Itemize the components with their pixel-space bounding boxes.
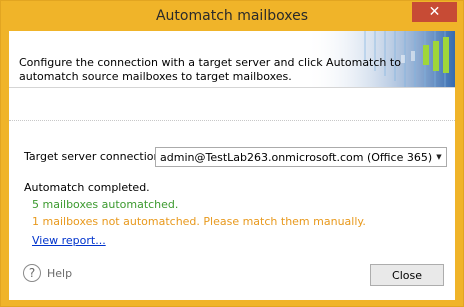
dialog-body: Configure the connection with a target s… [9,31,455,300]
target-server-select[interactable]: admin@TestLab263.onmicrosoft.com (Office… [155,147,447,167]
status-title: Automatch completed. [24,181,150,194]
help-button[interactable]: ? Help [23,264,72,282]
status-not-automatched: 1 mailboxes not automatched. Please matc… [32,215,366,228]
close-icon: ✕ [428,4,441,20]
dialog-description: Configure the connection with a target s… [19,56,401,83]
title-bar[interactable]: Automatch mailboxes ✕ [1,1,463,31]
help-label: Help [47,266,73,280]
dialog-window: Automatch mailboxes ✕ Configure the conn… [0,0,464,307]
target-server-value: admin@TestLab263.onmicrosoft.com (Office… [160,150,432,164]
close-button[interactable]: Close [370,264,444,286]
view-report-link[interactable]: View report... [32,234,106,247]
help-icon: ? [23,264,41,282]
window-title: Automatch mailboxes [155,8,308,24]
window-close-button[interactable]: ✕ [412,2,457,22]
separator [9,120,455,121]
dialog-header: Configure the connection with a target s… [9,31,455,88]
target-server-label: Target server connection: [24,150,165,163]
status-automatched: 5 mailboxes automatched. [32,198,179,211]
chevron-down-icon[interactable]: ▼ [432,148,446,166]
